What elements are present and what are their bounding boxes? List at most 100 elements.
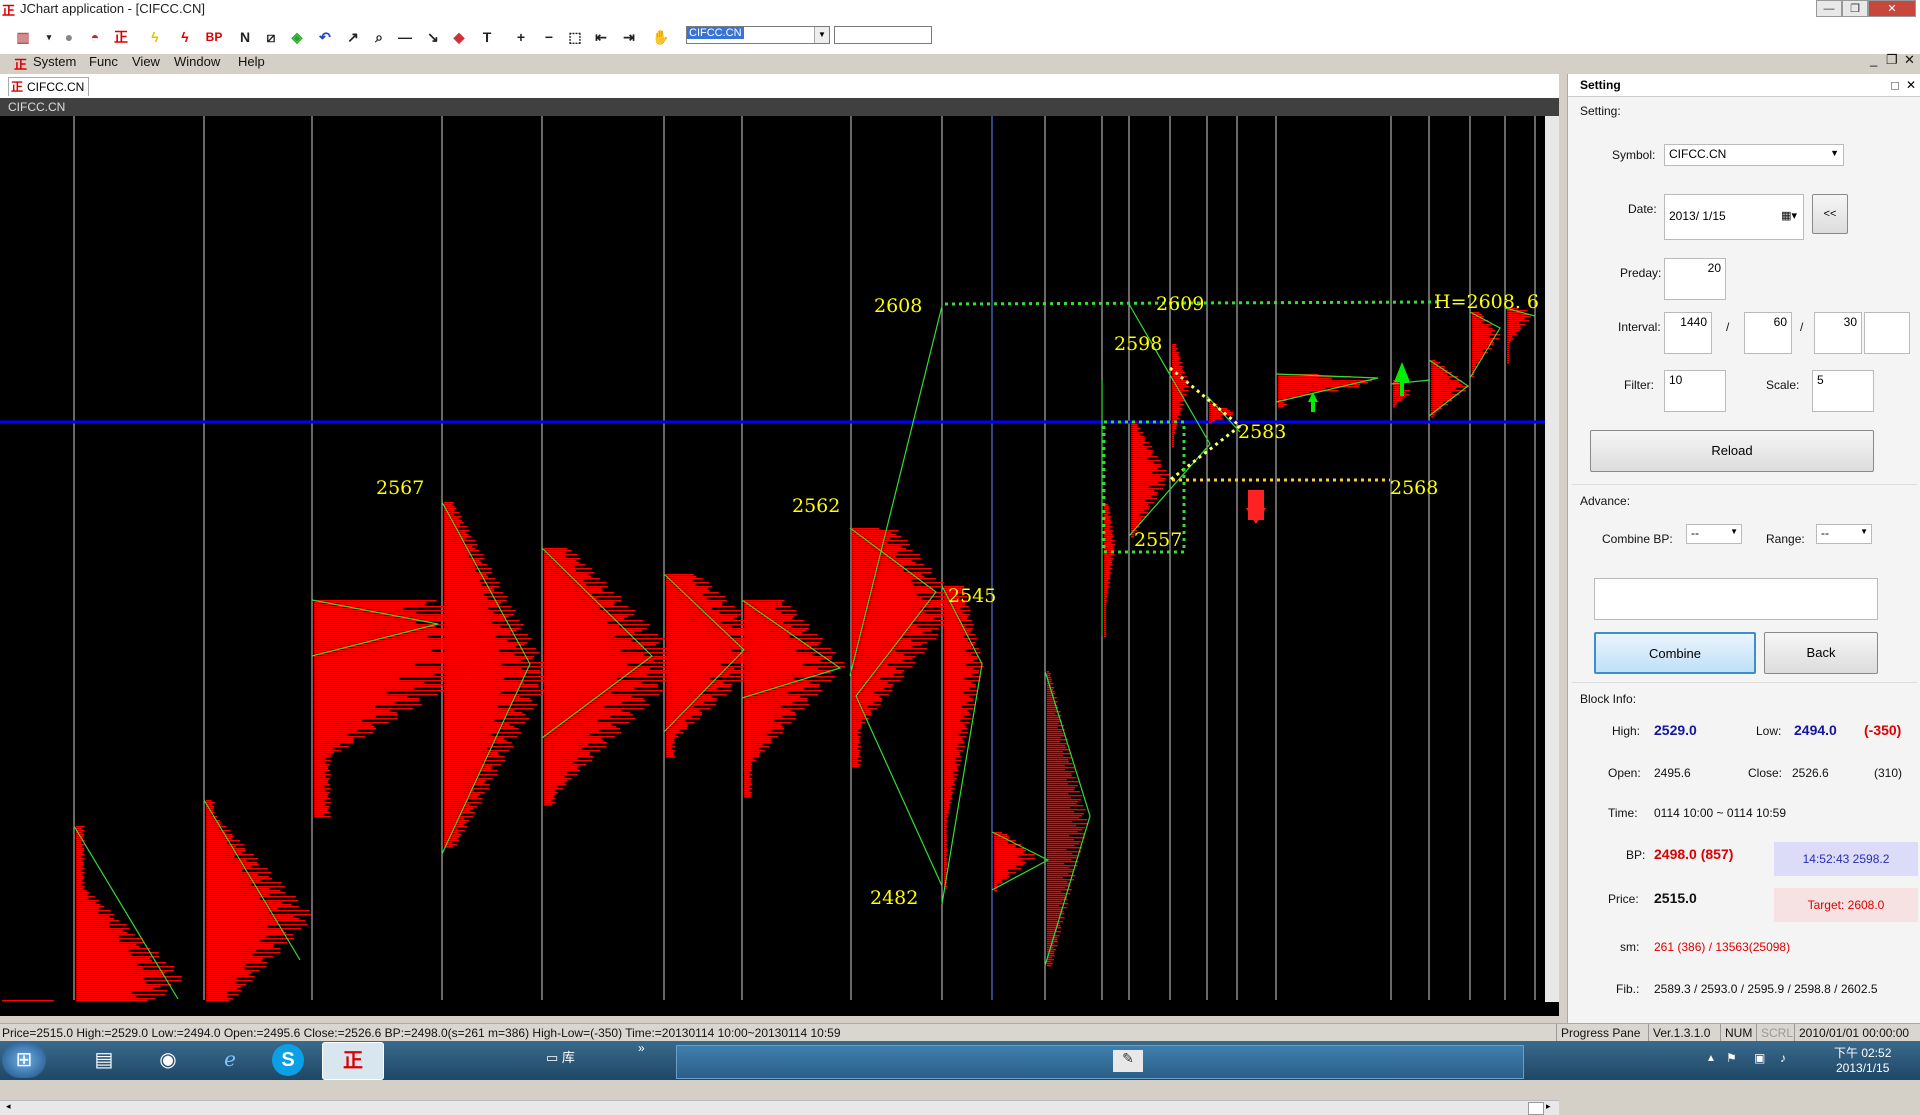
back-button[interactable]: Back: [1764, 632, 1878, 674]
back-icon[interactable]: ⇤: [592, 28, 610, 46]
jchart-icon[interactable]: 正: [322, 1042, 384, 1080]
select-icon[interactable]: ⬚: [566, 28, 584, 46]
dropdown-arrow-icon[interactable]: ▾: [40, 28, 58, 46]
label-2608: 2608: [874, 295, 922, 317]
lightning-icon[interactable]: ϟ: [146, 28, 164, 46]
windows-start-icon[interactable]: ⊞: [2, 1042, 46, 1078]
combine-button[interactable]: Combine: [1594, 632, 1756, 674]
scroll-right-icon[interactable]: ▸: [1546, 1101, 1551, 1112]
undo-icon[interactable]: ↶: [316, 28, 334, 46]
date-picker[interactable]: 2013/ 1/15 ▦▾: [1664, 194, 1804, 240]
profile-bar: [1131, 440, 1145, 442]
profile-bar: [544, 566, 575, 568]
tab-cifcc[interactable]: 正 CIFCC.CN: [8, 77, 90, 96]
tray-network-icon[interactable]: ▣: [1754, 1051, 1765, 1065]
profile-bar: [944, 818, 947, 820]
maximize-button[interactable]: ❐: [1842, 0, 1868, 17]
combine-bp-select[interactable]: -- ▼: [1686, 524, 1742, 544]
scroll-left-icon[interactable]: ◂: [6, 1101, 11, 1112]
car-icon[interactable]: ◓: [86, 28, 104, 46]
symbol-combo[interactable]: CIFCC.CN ▼: [686, 26, 830, 44]
explorer-icon[interactable]: ▤: [76, 1042, 132, 1078]
diag-line-icon[interactable]: ↘: [424, 28, 442, 46]
profile-bar: [1047, 849, 1067, 851]
profile-bar: [76, 850, 84, 852]
profile-bar: [444, 830, 466, 832]
zoom-icon[interactable]: ⌕: [370, 28, 388, 46]
tray-up-icon[interactable]: ▲: [1706, 1053, 1716, 1064]
menu-system[interactable]: System: [33, 54, 76, 69]
color-icon[interactable]: ◆: [450, 28, 468, 46]
tray-flag-icon[interactable]: ⚑: [1726, 1051, 1737, 1065]
profile-bar: [1047, 731, 1062, 733]
taskbar-overflow-icon[interactable]: »: [638, 1041, 645, 1055]
interval-input-2[interactable]: 60: [1744, 312, 1792, 354]
profile-bar: [544, 640, 632, 642]
menu-view[interactable]: View: [132, 54, 160, 69]
scale-input[interactable]: 5: [1812, 370, 1874, 412]
profile-bar: [544, 746, 607, 748]
horizontal-scrollbar[interactable]: ◂ ▸: [0, 1100, 1559, 1115]
logo-icon[interactable]: 正: [112, 28, 130, 46]
chart-type-icon[interactable]: ▥: [14, 28, 32, 46]
mdi-minimize-icon[interactable]: _: [1870, 52, 1877, 67]
forward-icon[interactable]: ⇥: [620, 28, 638, 46]
chart-area[interactable]: CIFCC.CN 2608 2609 H=2608. 6 2598 2583 2…: [0, 98, 1559, 1115]
menu-func[interactable]: Func: [89, 54, 118, 69]
symbol-select[interactable]: CIFCC.CN ▼: [1664, 144, 1844, 166]
interval-input-3[interactable]: 30: [1814, 312, 1862, 354]
cube-icon[interactable]: ◈: [288, 28, 306, 46]
minus-icon[interactable]: −: [540, 28, 558, 46]
circle-icon[interactable]: ●: [60, 28, 78, 46]
bp-icon[interactable]: BP: [202, 28, 226, 46]
combine-text-area[interactable]: [1594, 578, 1878, 620]
mdi-close-icon[interactable]: ✕: [1904, 52, 1915, 68]
profile-bar: [1172, 390, 1189, 392]
tray-volume-icon[interactable]: ♪: [1780, 1051, 1786, 1065]
profile-bar: [206, 976, 255, 978]
hand-icon[interactable]: ✋: [652, 28, 670, 46]
scroll-thumb[interactable]: [1528, 1102, 1544, 1115]
panel-pin-icon[interactable]: ◻: [1890, 74, 1900, 96]
t-icon[interactable]: T: [478, 28, 496, 46]
profile-bar: [744, 692, 788, 694]
tray-time[interactable]: 下午 02:52: [1834, 1044, 1891, 1061]
h-line-icon[interactable]: —: [396, 28, 414, 46]
toolbar-input[interactable]: [834, 26, 932, 44]
range-select[interactable]: -- ▼: [1816, 524, 1872, 544]
interval-input-4[interactable]: [1864, 312, 1910, 354]
reload-button[interactable]: Reload: [1590, 430, 1874, 472]
minimize-button[interactable]: —: [1816, 0, 1842, 17]
mdi-restore-icon[interactable]: ❐: [1886, 52, 1898, 68]
preday-input[interactable]: 20: [1664, 258, 1726, 300]
ie-icon[interactable]: ℯ: [202, 1042, 258, 1078]
profile-bar: [544, 562, 580, 564]
taskbar-active-window[interactable]: ✎: [676, 1045, 1524, 1079]
profile-bar: [1393, 398, 1403, 400]
profile-bar: [944, 768, 958, 770]
arrow-icon[interactable]: ↗: [344, 28, 362, 46]
chevron-down-icon[interactable]: ▼: [814, 27, 829, 43]
profile-bar: [944, 728, 968, 730]
skype-icon[interactable]: S: [260, 1042, 316, 1078]
calendar-icon[interactable]: ▦▾: [1781, 209, 1797, 222]
chart-canvas[interactable]: 2608 2609 H=2608. 6 2598 2583 2568 2557 …: [0, 116, 1545, 1016]
chrome-icon[interactable]: ◉: [140, 1042, 196, 1078]
profile-bar: [852, 664, 888, 666]
n-slash-icon[interactable]: ⧄: [262, 28, 280, 46]
profile-bar: [444, 604, 500, 606]
panel-close-icon[interactable]: ✕: [1906, 74, 1916, 96]
profile-bar: [76, 890, 87, 892]
vertical-scrollbar[interactable]: [1545, 116, 1559, 1002]
prev-date-button[interactable]: <<: [1812, 194, 1848, 234]
plus-icon[interactable]: +: [512, 28, 530, 46]
filter-input[interactable]: 10: [1664, 370, 1726, 412]
profile-bar: [1104, 630, 1106, 632]
menu-window[interactable]: Window: [174, 54, 220, 69]
tray-date[interactable]: 2013/1/15: [1836, 1061, 1889, 1075]
lightning-red-icon[interactable]: ϟ: [176, 28, 194, 46]
close-button[interactable]: ✕: [1868, 0, 1916, 17]
interval-input-1[interactable]: 1440: [1664, 312, 1712, 354]
n-icon[interactable]: N: [236, 28, 254, 46]
menu-help[interactable]: Help: [238, 54, 265, 69]
